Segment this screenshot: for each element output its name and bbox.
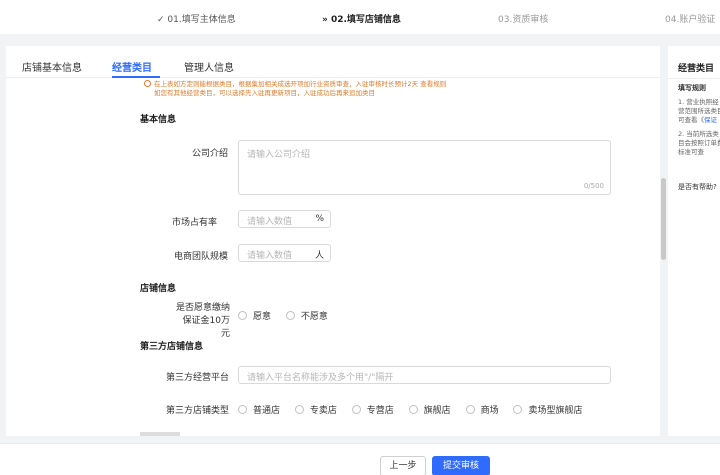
- market-share-label: 市场占有率: [172, 218, 218, 228]
- info-icon: [144, 80, 151, 87]
- team-size-placeholder: 请输入数值: [247, 251, 293, 261]
- radio-circle-icon: [513, 405, 523, 414]
- third-party-platform-input[interactable]: 请输入平台名称能涉及多个用"/"隔开: [238, 366, 611, 384]
- sidebar-rule-1: 1. 营业执照经营范围所选类目可查看《保证: [678, 98, 720, 125]
- company-intro-textarea[interactable]: 请输入公司介绍 0/500: [238, 140, 611, 195]
- previous-step-button[interactable]: 上一步: [380, 456, 426, 475]
- footer-action-bar: 上一步 提交审核: [0, 443, 720, 475]
- active-tab-indicator: [112, 76, 160, 78]
- company-intro-char-counter: 0/500: [583, 182, 604, 190]
- sidebar-title: 经营类目: [678, 64, 715, 74]
- store-type-regular-label: 普通店: [253, 406, 281, 416]
- radio-circle-icon: [351, 405, 361, 414]
- step-progress-bar: ✓ 01.填写主体信息 » 02.填写店铺信息 03.资质审核 04.账户验证: [0, 0, 720, 34]
- store-type-mall-flagship[interactable]: 卖场型旗舰店: [513, 403, 582, 416]
- team-size-label: 电商团队规模: [174, 252, 229, 262]
- step-3-qualification-review: 03.资质审核: [498, 15, 549, 25]
- category-notice: 在上表如方定则能根据类目，根据集加相关成选开项加行业资质审查，入驻审核时长预计2…: [144, 80, 614, 98]
- radio-circle-icon: [408, 405, 418, 414]
- deposit-label: 是否愿意缴纳保证金10万元: [175, 303, 230, 339]
- third-party-store-type-label: 第三方店铺类型: [166, 406, 230, 416]
- main-form-panel: 店铺基本信息 经营类目 管理人信息 在上表如方定则能根据类目，根据集加相关成选开…: [6, 46, 660, 436]
- company-intro-placeholder: 请输入公司介绍: [247, 150, 311, 160]
- percent-suffix: %: [315, 214, 324, 224]
- sidebar-helpful-prompt[interactable]: 是否有帮助?: [678, 182, 717, 192]
- deposit-option-yes[interactable]: 愿意: [238, 309, 271, 322]
- help-sidebar: 经营类目 填写规则 1. 营业执照经营范围所选类目可查看《保证 2. 当前所选类…: [668, 46, 720, 436]
- section-store-info: 店铺信息: [140, 284, 177, 294]
- section-basic-info: 基本信息: [140, 115, 177, 125]
- radio-circle-icon: [238, 311, 247, 320]
- store-type-regular[interactable]: 普通店: [238, 403, 280, 416]
- third-party-platform-label: 第三方经营平台: [166, 373, 230, 383]
- company-intro-label: 公司介绍: [192, 149, 229, 159]
- person-suffix: 人: [314, 251, 324, 261]
- store-type-flagship[interactable]: 旗舰店: [408, 403, 451, 416]
- submit-review-button[interactable]: 提交审核: [432, 456, 490, 475]
- tab-manager-info[interactable]: 管理人信息: [184, 59, 234, 74]
- clipped-section-title: [140, 432, 180, 436]
- page-scrollbar[interactable]: [661, 178, 666, 260]
- store-type-specialty-label: 专营店: [366, 406, 394, 416]
- tab-bar: 店铺基本信息 经营类目 管理人信息: [6, 46, 660, 78]
- sidebar-divider: [668, 78, 720, 79]
- market-share-placeholder: 请输入数值: [247, 217, 293, 227]
- radio-circle-icon: [294, 405, 304, 414]
- store-type-mall-flagship-label: 卖场型旗舰店: [528, 406, 583, 416]
- step-1-fill-entity-info: ✓ 01.填写主体信息: [157, 15, 236, 25]
- radio-circle-icon: [465, 405, 475, 414]
- third-party-platform-placeholder: 请输入平台名称能涉及多个用"/"隔开: [247, 373, 394, 383]
- deposit-option-no-label: 不愿意: [300, 312, 328, 322]
- radio-circle-icon: [238, 405, 247, 414]
- deposit-option-no[interactable]: 不愿意: [285, 309, 328, 322]
- store-type-specialty[interactable]: 专营店: [351, 403, 394, 416]
- team-size-input[interactable]: 请输入数值 人: [238, 244, 331, 262]
- section-third-party-store: 第三方店铺信息: [140, 342, 204, 352]
- sidebar-rule-1-link[interactable]: 保证: [704, 116, 717, 124]
- store-type-mall[interactable]: 商场: [465, 403, 499, 416]
- step-2-fill-store-info: » 02.填写店铺信息: [322, 15, 401, 25]
- tab-business-category[interactable]: 经营类目: [112, 59, 152, 74]
- sidebar-rule-2: 2. 当前所选类目会按照订单费标准可查: [678, 130, 720, 156]
- tab-store-basic-info[interactable]: 店铺基本信息: [22, 59, 82, 74]
- notice-line-2: 如您有其他经营类目，可以选择先入驻再更新项目，入驻成功后再来追加类目: [154, 89, 375, 97]
- step-4-account-verification: 04.账户验证: [665, 15, 716, 25]
- store-type-radio-group: 普通店 专卖店 专营店 旗舰店 商场 卖场型旗舰店: [238, 403, 594, 416]
- radio-circle-icon: [285, 311, 295, 320]
- market-share-input[interactable]: 请输入数值 %: [238, 210, 331, 228]
- notice-line-1: 在上表如方定则能根据类目，根据集加相关成选开项加行业资质审查，入驻审核时长预计2…: [154, 80, 447, 88]
- deposit-option-yes-label: 愿意: [253, 312, 272, 322]
- deposit-radio-group: 愿意 不愿意: [238, 309, 340, 322]
- store-type-exclusive-label: 专卖店: [309, 406, 337, 416]
- store-type-mall-label: 商场: [480, 406, 499, 416]
- store-type-exclusive[interactable]: 专卖店: [294, 403, 337, 416]
- store-type-flagship-label: 旗舰店: [423, 406, 451, 416]
- sidebar-rules-heading: 填写规则: [678, 84, 706, 92]
